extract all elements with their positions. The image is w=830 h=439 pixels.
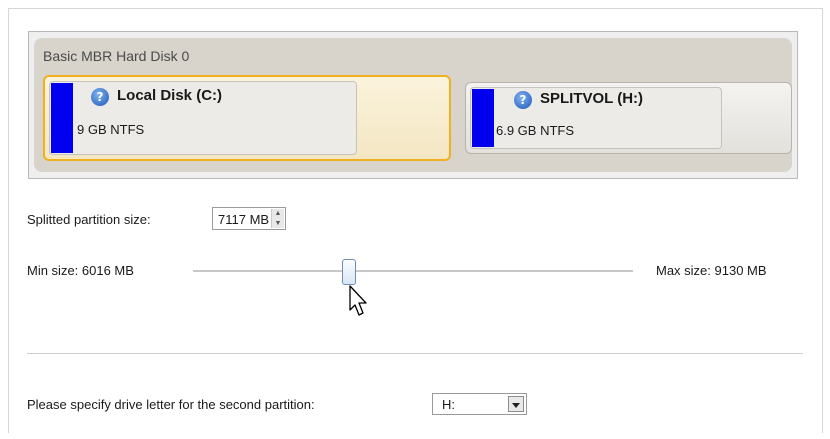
dropdown-arrow-icon[interactable] bbox=[508, 396, 524, 412]
spinner-buttons[interactable]: ▲ ▼ bbox=[271, 209, 284, 228]
partition-c[interactable]: ? Local Disk (C:) 9 GB NTFS bbox=[43, 75, 451, 161]
disk-container: Basic MBR Hard Disk 0 ? Local Disk (C:) … bbox=[34, 38, 792, 172]
split-size-label: Splitted partition size: bbox=[27, 212, 151, 227]
question-icon: ? bbox=[91, 88, 109, 106]
disk-map-panel: Basic MBR Hard Disk 0 ? Local Disk (C:) … bbox=[28, 31, 798, 179]
mouse-pointer-icon bbox=[349, 285, 367, 316]
spinner-down-icon[interactable]: ▼ bbox=[272, 219, 284, 229]
partition-h-size: 6.9 GB NTFS bbox=[496, 123, 575, 138]
min-size-label: Min size: 6016 MB bbox=[27, 263, 134, 278]
partition-c-name: Local Disk (C:) bbox=[117, 87, 223, 104]
drive-letter-label: Please specify drive letter for the seco… bbox=[27, 397, 315, 412]
partition-c-size: 9 GB NTFS bbox=[77, 122, 145, 137]
drive-letter-value[interactable]: H: bbox=[442, 397, 455, 412]
section-divider bbox=[27, 353, 803, 354]
split-size-value[interactable]: 7117 MB bbox=[218, 212, 269, 227]
split-size-slider-track[interactable] bbox=[193, 270, 633, 273]
max-size-label: Max size: 9130 MB bbox=[656, 263, 767, 278]
question-icon: ? bbox=[514, 91, 532, 109]
drive-letter-select[interactable]: H: bbox=[432, 393, 527, 415]
partition-h-name: SPLITVOL (H:) bbox=[540, 90, 644, 107]
split-size-slider-thumb[interactable] bbox=[342, 259, 356, 285]
split-size-spinner[interactable]: 7117 MB ▲ ▼ bbox=[212, 207, 286, 230]
disk-title: Basic MBR Hard Disk 0 bbox=[43, 48, 190, 64]
partition-c-color-bar bbox=[51, 83, 73, 153]
partition-h-color-bar bbox=[472, 89, 494, 147]
partition-h[interactable]: ? SPLITVOL (H:) 6.9 GB NTFS bbox=[465, 82, 792, 154]
spinner-up-icon[interactable]: ▲ bbox=[272, 209, 284, 219]
